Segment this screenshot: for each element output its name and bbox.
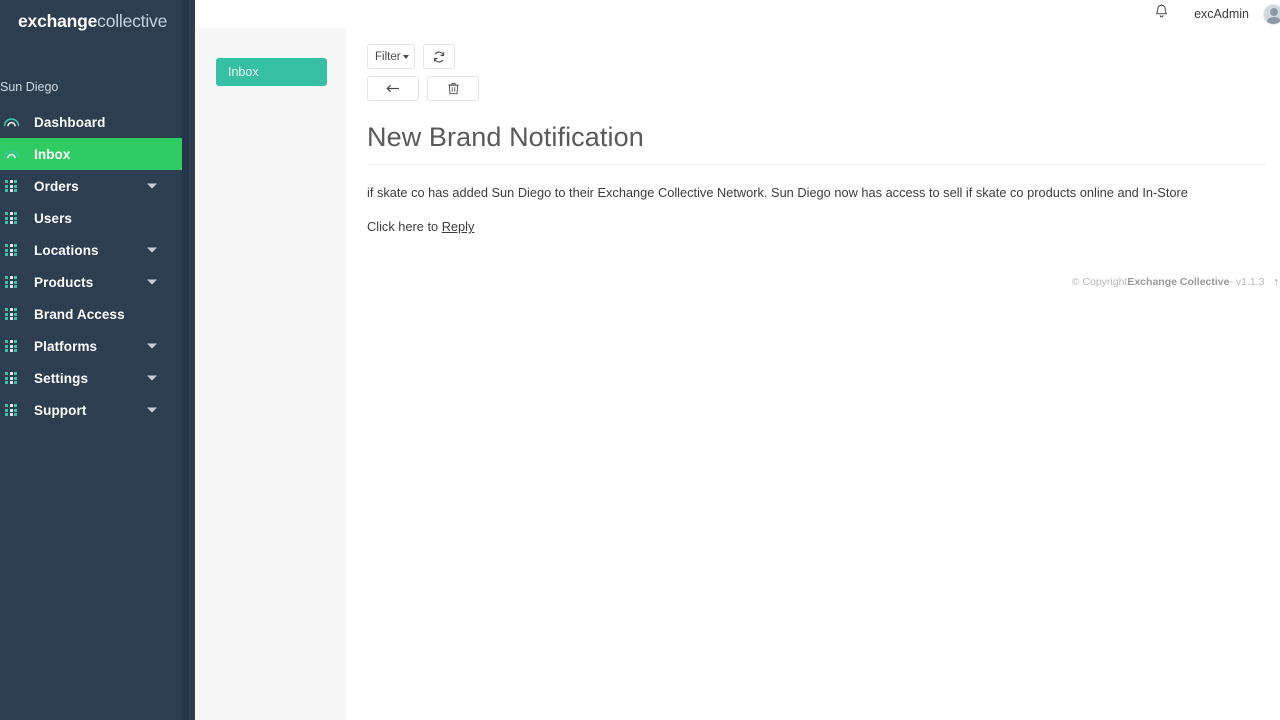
message-body: if skate co has added Sun Diego to their…	[346, 183, 1280, 202]
grid-icon	[0, 306, 22, 322]
sidebar-item-dashboard[interactable]: Dashboard	[0, 106, 187, 138]
sidebar-item-inbox[interactable]: Inbox	[0, 138, 187, 170]
grid-icon	[0, 402, 22, 418]
chevron-down-icon	[403, 55, 409, 59]
sidebar-item-label: Dashboard	[34, 115, 105, 130]
avatar-icon[interactable]	[1263, 4, 1280, 25]
toolbar-primary: Filter	[346, 28, 1280, 69]
topbar: excAdmin	[195, 0, 1280, 28]
chevron-down-icon[interactable]	[147, 280, 157, 285]
org-label: Sun Diego	[0, 80, 187, 94]
footer-version: - v1.1.3	[1229, 276, 1264, 288]
back-button[interactable]	[367, 76, 419, 101]
arc-icon	[0, 146, 22, 162]
inbox-tab[interactable]: Inbox	[216, 58, 327, 86]
grid-icon	[0, 338, 22, 354]
refresh-icon	[433, 51, 445, 63]
footer-company: Exchange Collective	[1127, 276, 1229, 288]
delete-button[interactable]	[427, 76, 479, 101]
grid-icon	[0, 210, 22, 226]
sidebar-scrollbar[interactable]	[182, 0, 189, 720]
refresh-button[interactable]	[423, 44, 455, 69]
scroll-to-top-icon[interactable]: ↑	[1274, 276, 1280, 288]
sidebar-item-label: Support	[34, 403, 86, 418]
reply-prefix: Click here to	[367, 219, 442, 234]
sidebar-inner: exchangecollective Sun Diego Dashboard In…	[0, 0, 187, 426]
sidebar-item-label: Brand Access	[34, 307, 125, 322]
main-content: Filter	[346, 28, 1280, 720]
grid-icon	[0, 178, 22, 194]
chevron-down-icon[interactable]	[147, 408, 157, 413]
reply-link[interactable]: Reply	[442, 219, 475, 234]
sidebar-item-products[interactable]: Products	[0, 266, 187, 298]
sidebar-item-label: Settings	[34, 371, 88, 386]
grid-icon	[0, 242, 22, 258]
filter-button[interactable]: Filter	[367, 44, 415, 69]
arc-icon	[0, 114, 22, 130]
sidebar-item-label: Platforms	[34, 339, 97, 354]
sidebar-item-support[interactable]: Support	[0, 394, 187, 426]
bell-icon[interactable]	[1155, 4, 1168, 24]
sidebar-item-label: Users	[34, 211, 72, 226]
sidebar-item-settings[interactable]: Settings	[0, 362, 187, 394]
brand-logo-light: collective	[97, 11, 167, 32]
filter-button-label: Filter	[375, 51, 401, 63]
chevron-down-icon[interactable]	[147, 344, 157, 349]
trash-icon	[448, 82, 459, 95]
sidebar-item-orders[interactable]: Orders	[0, 170, 187, 202]
sidebar-item-locations[interactable]: Locations	[0, 234, 187, 266]
toolbar-secondary	[346, 69, 1280, 101]
app-root: exchangecollective Sun Diego Dashboard In…	[0, 0, 1280, 720]
footer: © Copyright Exchange Collective - v1.1.3…	[1072, 276, 1280, 288]
sidebar-item-users[interactable]: Users	[0, 202, 187, 234]
back-arrow-icon	[386, 83, 401, 94]
brand-logo[interactable]: exchangecollective	[0, 0, 187, 42]
sidebar-item-label: Inbox	[34, 147, 71, 162]
sidebar-item-label: Locations	[34, 243, 99, 258]
sidebar: exchangecollective Sun Diego Dashboard In…	[0, 0, 195, 720]
title-divider	[367, 164, 1266, 165]
grid-icon	[0, 370, 22, 386]
sidebar-nav: Dashboard Inbox Orders Users Locations Produc…	[0, 106, 187, 426]
sidebar-item-brand-access[interactable]: Brand Access	[0, 298, 187, 330]
message-list-panel: Inbox	[195, 28, 346, 720]
grid-icon	[0, 274, 22, 290]
reply-line: Click here to Reply	[346, 219, 1280, 234]
chevron-down-icon[interactable]	[147, 184, 157, 189]
brand-logo-bold: exchange	[18, 11, 97, 32]
sidebar-item-label: Orders	[34, 179, 79, 194]
chevron-down-icon[interactable]	[147, 248, 157, 253]
avatar-body	[1266, 17, 1280, 25]
avatar-head	[1270, 8, 1278, 16]
footer-copyright-prefix: © Copyright	[1072, 276, 1128, 288]
sidebar-item-label: Products	[34, 275, 93, 290]
sidebar-item-platforms[interactable]: Platforms	[0, 330, 187, 362]
page-title: New Brand Notification	[346, 122, 1280, 153]
user-name[interactable]: excAdmin	[1194, 7, 1249, 21]
chevron-down-icon[interactable]	[147, 376, 157, 381]
